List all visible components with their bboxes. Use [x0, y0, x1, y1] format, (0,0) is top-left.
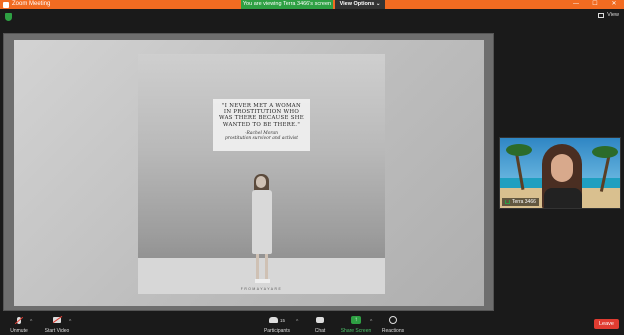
quote-box: "I NEVER MET A WOMAN IN PROSTITUTION WHO…	[213, 99, 310, 151]
quote-slide: "I NEVER MET A WOMAN IN PROSTITUTION WHO…	[138, 54, 385, 294]
share-screen-button[interactable]: ↑ Share Screen	[340, 313, 372, 335]
start-video-button[interactable]: Start Video	[42, 313, 72, 335]
chat-label: Chat	[314, 328, 326, 334]
view-options-button[interactable]: View Options ⌄	[335, 0, 385, 9]
viewing-screen-banner: You are viewing Terra 3466's screen	[241, 0, 333, 9]
meeting-top-bar	[0, 9, 624, 29]
participants-button[interactable]: 15 Participants	[262, 313, 292, 335]
reactions-label: Reactions	[381, 328, 405, 334]
participant-video-tile[interactable]: Terra 3466	[499, 137, 621, 209]
standing-woman-image	[245, 174, 279, 294]
video-off-icon	[52, 315, 63, 324]
participant-name-label: Terra 3466	[502, 198, 539, 206]
participants-icon	[268, 317, 278, 323]
grid-icon	[598, 12, 605, 18]
minimize-button[interactable]: —	[568, 0, 584, 9]
unmute-button[interactable]: Unmute	[6, 313, 32, 335]
signal-icon	[505, 200, 510, 204]
participants-count: 15	[279, 317, 285, 323]
audio-options-caret[interactable]: ^	[30, 319, 32, 325]
view-button[interactable]: View	[598, 12, 619, 18]
slide-credit: FROMAYAYARE	[240, 287, 283, 291]
unmute-label: Unmute	[10, 328, 28, 334]
view-button-label: View	[607, 12, 619, 18]
shared-screen: "I NEVER MET A WOMAN IN PROSTITUTION WHO…	[3, 33, 494, 311]
share-screen-icon: ↑	[351, 316, 361, 324]
close-button[interactable]: ✕	[606, 0, 622, 9]
quote-text: "I NEVER MET A WOMAN IN PROSTITUTION WHO…	[219, 103, 304, 128]
leave-button[interactable]: Leave	[594, 319, 619, 329]
participant-video	[538, 144, 588, 208]
participants-label: Participants	[263, 328, 291, 334]
shared-slide-background: "I NEVER MET A WOMAN IN PROSTITUTION WHO…	[14, 40, 484, 306]
shield-icon[interactable]	[5, 13, 12, 21]
zoom-app-icon	[3, 1, 9, 8]
participants-options-caret[interactable]: ^	[296, 319, 298, 325]
maximize-button[interactable]: ☐	[587, 0, 603, 9]
quote-author-role: prostitution survivor and activist	[224, 135, 299, 141]
share-options-caret[interactable]: ^	[370, 319, 372, 325]
participant-name: Terra 3466	[512, 199, 536, 205]
reactions-button[interactable]: Reactions	[380, 313, 406, 335]
share-screen-label: Share Screen	[340, 328, 372, 334]
window-title: Zoom Meeting	[12, 1, 51, 7]
video-options-caret[interactable]: ^	[69, 319, 71, 325]
start-video-label: Start Video	[44, 328, 70, 334]
chat-button[interactable]: Chat	[310, 313, 330, 335]
chat-icon	[316, 317, 324, 323]
muted-mic-icon	[14, 316, 24, 324]
reactions-icon	[389, 316, 397, 324]
